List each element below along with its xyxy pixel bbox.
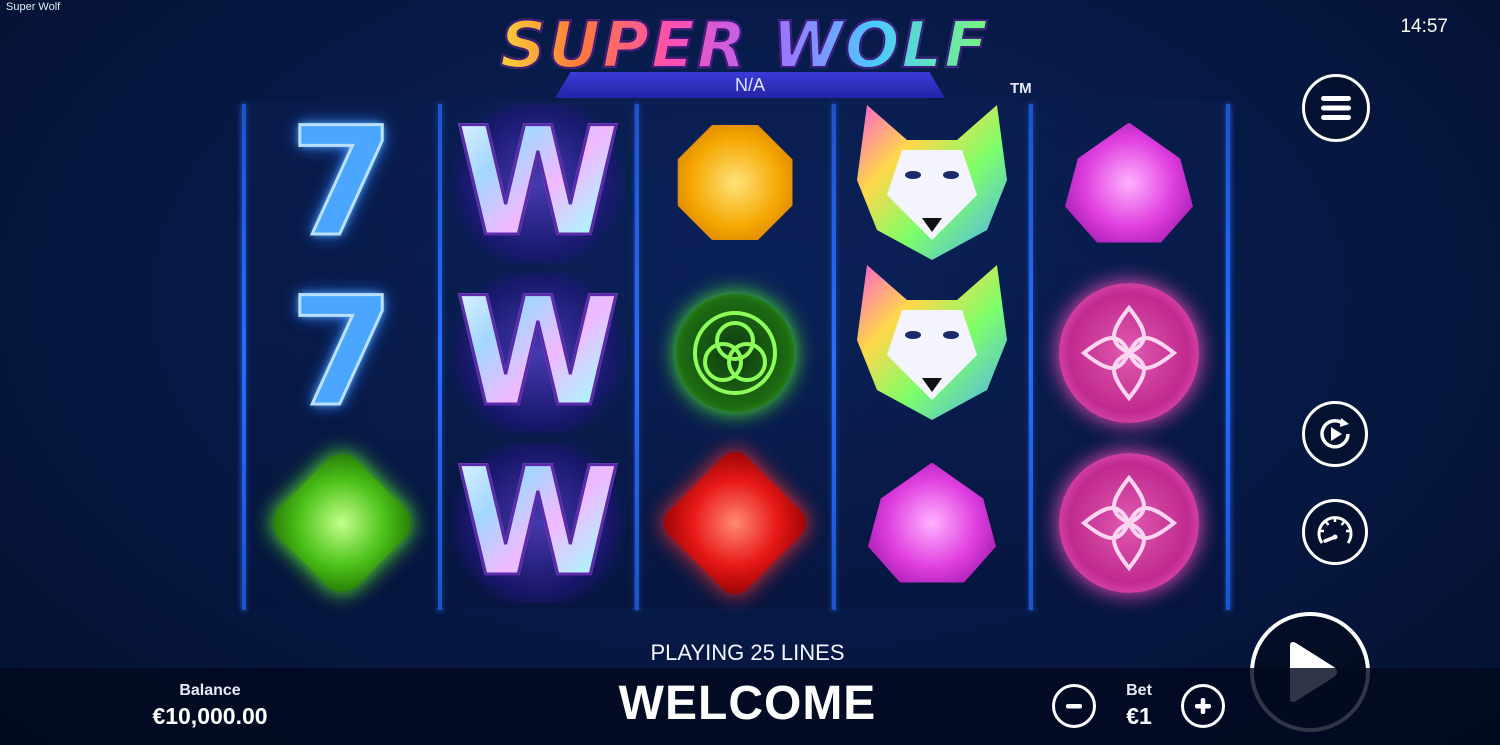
reel-1: 7 7 <box>246 100 438 608</box>
symbol-purple-gem <box>1033 100 1225 265</box>
symbol-seven: 7 <box>288 95 395 270</box>
turbo-speed-button[interactable] <box>1302 499 1368 565</box>
balance-value: €10,000.00 <box>152 703 268 729</box>
plus-icon <box>1195 698 1211 714</box>
symbol-purple-gem <box>836 440 1028 605</box>
symbol-green-knot <box>639 270 831 435</box>
logo-subtitle-banner: N/A <box>555 72 945 98</box>
symbol-wolf <box>836 100 1028 265</box>
message-text: WELCOME <box>618 677 877 730</box>
game-logo: SUPER WOLF N/A TM <box>460 10 1040 100</box>
reel-area: 7 7 W W W <box>242 100 1234 610</box>
symbol-red-gem <box>639 440 831 605</box>
symbol-yellow-gem <box>639 100 831 265</box>
symbol-pink-knot <box>1033 440 1225 605</box>
bet-value: €1 <box>1126 703 1152 729</box>
logo-title: SUPER WOLF <box>485 11 1005 81</box>
reel-2: W W W <box>442 100 634 608</box>
minus-icon <box>1066 704 1082 709</box>
symbol-green-gem <box>246 440 438 605</box>
balance-label: Balance <box>179 682 241 699</box>
symbol-wild: W <box>442 440 634 605</box>
autoplay-button[interactable] <box>1302 401 1368 467</box>
trademark-mark: TM <box>1010 80 1032 97</box>
menu-button[interactable] <box>1302 74 1370 142</box>
window-title: Super Wolf <box>6 1 61 13</box>
hamburger-menu-icon <box>1321 96 1351 120</box>
reel-5 <box>1033 100 1225 608</box>
clock: 14:57 <box>1400 16 1448 37</box>
lines-status-text: PLAYING 25 LINES <box>650 640 845 665</box>
reel-4 <box>836 100 1028 608</box>
speedometer-icon <box>1317 516 1353 544</box>
symbol-seven: 7 <box>288 265 395 440</box>
symbol-wolf <box>836 260 1028 425</box>
symbol-wild: W <box>442 270 634 435</box>
symbol-pink-knot <box>1033 270 1225 435</box>
reel-separator <box>1226 104 1230 610</box>
symbol-wild: W <box>442 100 634 265</box>
reel-3 <box>639 100 831 608</box>
decrease-bet-button[interactable] <box>1052 684 1096 728</box>
increase-bet-button[interactable] <box>1181 684 1225 728</box>
autoplay-icon <box>1320 418 1350 449</box>
bet-label: Bet <box>1126 682 1152 699</box>
